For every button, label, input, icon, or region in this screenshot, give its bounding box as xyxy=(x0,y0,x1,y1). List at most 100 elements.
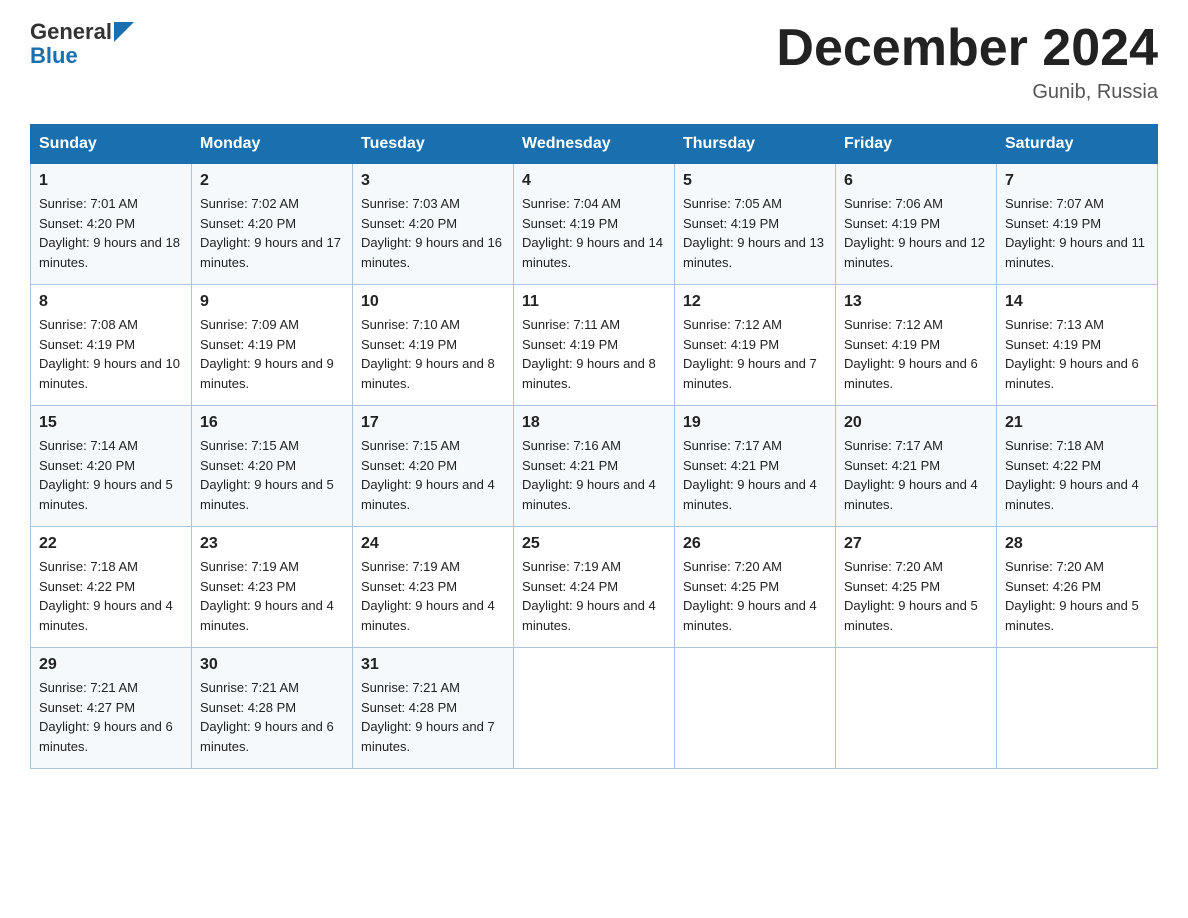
daylight-label: Daylight: xyxy=(361,356,415,371)
sunset-time: 4:19 PM xyxy=(731,216,779,231)
day-number: 11 xyxy=(522,293,666,311)
day-number: 3 xyxy=(361,172,505,190)
sunrise-time: 7:10 AM xyxy=(412,317,460,332)
day-info: Sunrise: 7:21 AM Sunset: 4:27 PM Dayligh… xyxy=(39,678,183,756)
day-number: 4 xyxy=(522,172,666,190)
sunrise-time: 7:04 AM xyxy=(573,196,621,211)
sunrise-label: Sunrise: xyxy=(361,559,412,574)
calendar-cell: 23 Sunrise: 7:19 AM Sunset: 4:23 PM Dayl… xyxy=(192,527,353,648)
calendar-cell xyxy=(514,648,675,769)
header-sunday: Sunday xyxy=(31,125,192,164)
sunrise-label: Sunrise: xyxy=(522,317,573,332)
calendar-cell: 19 Sunrise: 7:17 AM Sunset: 4:21 PM Dayl… xyxy=(675,406,836,527)
daylight-label: Daylight: xyxy=(361,235,415,250)
calendar-cell: 7 Sunrise: 7:07 AM Sunset: 4:19 PM Dayli… xyxy=(997,164,1158,285)
sunrise-label: Sunrise: xyxy=(1005,438,1056,453)
sunrise-time: 7:17 AM xyxy=(895,438,943,453)
sunrise-label: Sunrise: xyxy=(200,317,251,332)
sunrise-time: 7:18 AM xyxy=(1056,438,1104,453)
header-friday: Friday xyxy=(836,125,997,164)
day-number: 26 xyxy=(683,535,827,553)
calendar-cell: 1 Sunrise: 7:01 AM Sunset: 4:20 PM Dayli… xyxy=(31,164,192,285)
sunrise-time: 7:16 AM xyxy=(573,438,621,453)
sunrise-label: Sunrise: xyxy=(361,317,412,332)
sunrise-time: 7:20 AM xyxy=(734,559,782,574)
daylight-label: Daylight: xyxy=(683,598,737,613)
day-info: Sunrise: 7:06 AM Sunset: 4:19 PM Dayligh… xyxy=(844,194,988,272)
daylight-label: Daylight: xyxy=(1005,477,1059,492)
sunrise-time: 7:12 AM xyxy=(734,317,782,332)
daylight-label: Daylight: xyxy=(1005,235,1059,250)
sunset-time: 4:22 PM xyxy=(87,579,135,594)
day-info: Sunrise: 7:20 AM Sunset: 4:25 PM Dayligh… xyxy=(683,557,827,635)
sunrise-time: 7:21 AM xyxy=(412,680,460,695)
day-info: Sunrise: 7:18 AM Sunset: 4:22 PM Dayligh… xyxy=(1005,436,1149,514)
calendar-cell: 29 Sunrise: 7:21 AM Sunset: 4:27 PM Dayl… xyxy=(31,648,192,769)
sunrise-label: Sunrise: xyxy=(683,196,734,211)
calendar-cell: 11 Sunrise: 7:11 AM Sunset: 4:19 PM Dayl… xyxy=(514,285,675,406)
logo-blue: Blue xyxy=(30,43,78,68)
sunset-time: 4:19 PM xyxy=(248,337,296,352)
day-number: 12 xyxy=(683,293,827,311)
sunrise-label: Sunrise: xyxy=(683,438,734,453)
sunrise-time: 7:07 AM xyxy=(1056,196,1104,211)
header-saturday: Saturday xyxy=(997,125,1158,164)
day-number: 17 xyxy=(361,414,505,432)
sunrise-label: Sunrise: xyxy=(361,438,412,453)
sunset-label: Sunset: xyxy=(39,216,87,231)
daylight-label: Daylight: xyxy=(39,598,93,613)
day-number: 28 xyxy=(1005,535,1149,553)
sunset-time: 4:22 PM xyxy=(1053,458,1101,473)
sunset-label: Sunset: xyxy=(1005,337,1053,352)
sunset-time: 4:25 PM xyxy=(731,579,779,594)
sunset-label: Sunset: xyxy=(683,216,731,231)
day-number: 21 xyxy=(1005,414,1149,432)
calendar-cell: 8 Sunrise: 7:08 AM Sunset: 4:19 PM Dayli… xyxy=(31,285,192,406)
sunset-label: Sunset: xyxy=(1005,579,1053,594)
sunset-label: Sunset: xyxy=(200,216,248,231)
day-number: 31 xyxy=(361,656,505,674)
daylight-label: Daylight: xyxy=(522,235,576,250)
sunrise-label: Sunrise: xyxy=(844,196,895,211)
daylight-label: Daylight: xyxy=(361,719,415,734)
day-number: 29 xyxy=(39,656,183,674)
day-info: Sunrise: 7:19 AM Sunset: 4:24 PM Dayligh… xyxy=(522,557,666,635)
sunrise-time: 7:01 AM xyxy=(90,196,138,211)
sunset-label: Sunset: xyxy=(39,337,87,352)
calendar-cell: 31 Sunrise: 7:21 AM Sunset: 4:28 PM Dayl… xyxy=(353,648,514,769)
day-info: Sunrise: 7:20 AM Sunset: 4:26 PM Dayligh… xyxy=(1005,557,1149,635)
sunset-label: Sunset: xyxy=(361,458,409,473)
day-info: Sunrise: 7:17 AM Sunset: 4:21 PM Dayligh… xyxy=(683,436,827,514)
day-number: 2 xyxy=(200,172,344,190)
day-number: 16 xyxy=(200,414,344,432)
sunrise-time: 7:20 AM xyxy=(1056,559,1104,574)
daylight-label: Daylight: xyxy=(361,598,415,613)
day-number: 10 xyxy=(361,293,505,311)
daylight-label: Daylight: xyxy=(683,235,737,250)
sunset-time: 4:20 PM xyxy=(409,458,457,473)
sunrise-time: 7:06 AM xyxy=(895,196,943,211)
logo-text-block: General Blue xyxy=(30,20,134,68)
daylight-label: Daylight: xyxy=(200,356,254,371)
daylight-label: Daylight: xyxy=(844,356,898,371)
sunrise-label: Sunrise: xyxy=(844,317,895,332)
day-info: Sunrise: 7:12 AM Sunset: 4:19 PM Dayligh… xyxy=(844,315,988,393)
calendar-cell: 9 Sunrise: 7:09 AM Sunset: 4:19 PM Dayli… xyxy=(192,285,353,406)
header-monday: Monday xyxy=(192,125,353,164)
logo-triangle-icon xyxy=(114,22,134,42)
sunrise-label: Sunrise: xyxy=(361,680,412,695)
sunset-label: Sunset: xyxy=(522,216,570,231)
sunrise-time: 7:12 AM xyxy=(895,317,943,332)
sunset-time: 4:23 PM xyxy=(248,579,296,594)
day-number: 20 xyxy=(844,414,988,432)
sunrise-time: 7:13 AM xyxy=(1056,317,1104,332)
sunset-label: Sunset: xyxy=(844,216,892,231)
daylight-label: Daylight: xyxy=(200,235,254,250)
day-info: Sunrise: 7:02 AM Sunset: 4:20 PM Dayligh… xyxy=(200,194,344,272)
sunset-time: 4:28 PM xyxy=(409,700,457,715)
sunset-time: 4:19 PM xyxy=(1053,337,1101,352)
sunrise-time: 7:11 AM xyxy=(573,317,620,332)
calendar-week-row: 8 Sunrise: 7:08 AM Sunset: 4:19 PM Dayli… xyxy=(31,285,1158,406)
daylight-label: Daylight: xyxy=(1005,598,1059,613)
sunset-label: Sunset: xyxy=(683,579,731,594)
